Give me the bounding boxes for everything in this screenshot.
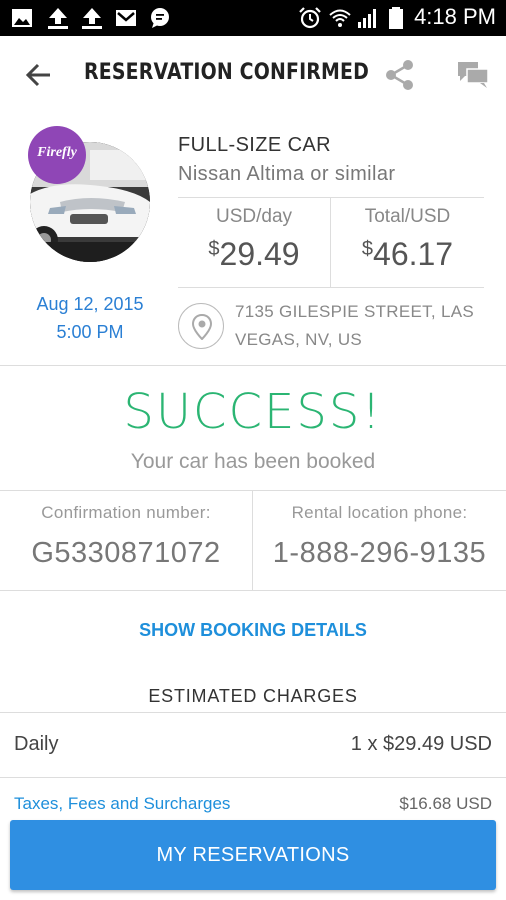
car-class: FULL-SIZE CAR (178, 134, 332, 156)
daily-currency-symbol: $ (208, 238, 220, 260)
pickup-time: 5:00 PM (56, 322, 124, 342)
total-currency-symbol: $ (361, 238, 374, 260)
daily-amount: 29.49 (219, 236, 300, 272)
pickup-date: Aug 12, 2015 (36, 294, 144, 314)
share-icon[interactable] (384, 58, 416, 92)
charge-label-link[interactable]: Taxes, Fees and Surcharges (14, 794, 230, 814)
daily-price: USD/day $29.49 (178, 198, 331, 288)
my-reservations-button[interactable]: MY RESERVATIONS (10, 820, 496, 890)
vehicle-summary: Firefly Aug 12, 2015 5:00 PM FULL-SIZE C… (0, 114, 506, 366)
confirmation-number: Confirmation number: G5330871072 (0, 491, 253, 591)
rental-phone-label: Rental location phone: (291, 503, 468, 522)
status-bar: 4:18 PM (0, 0, 506, 36)
back-arrow-icon[interactable] (22, 58, 56, 92)
confirmation-info: Confirmation number: G5330871072 Rental … (0, 491, 506, 591)
daily-price-label: USD/day (215, 206, 293, 227)
upload-icon (48, 8, 68, 29)
pickup-location[interactable]: 7135 GILESPIE STREET, LAS VEGAS, NV, US (178, 294, 488, 358)
total-amount: 46.17 (373, 236, 454, 272)
charge-row-daily: Daily 1 x $29.49 USD (0, 712, 506, 778)
show-booking-details-link[interactable]: SHOW BOOKING DETAILS (0, 620, 506, 641)
charge-label: Daily (14, 733, 59, 755)
alarm-icon (299, 7, 321, 29)
upload-icon (82, 8, 102, 29)
confirmation-number-value: G5330871072 (31, 537, 221, 569)
success-subtitle: Your car has been booked (130, 450, 376, 473)
total-price: Total/USD $46.17 (331, 198, 484, 288)
location-pin-icon (192, 314, 212, 340)
wifi-icon (329, 9, 351, 27)
chat-bubble-icon (151, 8, 169, 28)
battery-icon (389, 7, 403, 29)
price-box: USD/day $29.49 Total/USD $46.17 (178, 197, 484, 288)
location-pin-button[interactable] (178, 303, 224, 349)
rental-phone-value[interactable]: 1-888-296-9135 (253, 537, 506, 570)
daily-price-value: $29.49 (178, 236, 330, 273)
charge-value: $16.68 USD (399, 794, 492, 813)
signal-icon (358, 9, 376, 28)
status-time: 4:18 PM (414, 4, 496, 29)
brand-logo: Firefly (28, 126, 86, 184)
brand-logo-text: Firefly (37, 145, 77, 160)
pickup-address: 7135 GILESPIE STREET, LAS VEGAS, NV, US (235, 302, 475, 349)
success-banner: SUCCESS! Your car has been booked (0, 366, 506, 491)
pickup-datetime: Aug 12, 2015 5:00 PM (20, 290, 160, 346)
chat-icon[interactable] (456, 58, 490, 92)
page-title: RESERVATION CONFIRMED (84, 60, 370, 85)
total-price-value: $46.17 (331, 236, 484, 273)
image-icon (12, 9, 32, 27)
success-title: SUCCESS! (123, 384, 383, 440)
car-model: Nissan Altima or similar (178, 163, 396, 185)
app-bar: RESERVATION CONFIRMED (0, 36, 506, 114)
rental-location-phone[interactable]: Rental location phone: 1-888-296-9135 (253, 491, 506, 591)
confirmation-number-label: Confirmation number: (41, 503, 211, 522)
total-price-label: Total/USD (364, 206, 451, 227)
charge-row-taxes[interactable]: Taxes, Fees and Surcharges $16.68 USD (0, 778, 506, 818)
estimated-charges-heading: ESTIMATED CHARGES (148, 686, 358, 706)
mail-icon (116, 10, 136, 26)
charge-value: 1 x $29.49 USD (350, 733, 492, 755)
